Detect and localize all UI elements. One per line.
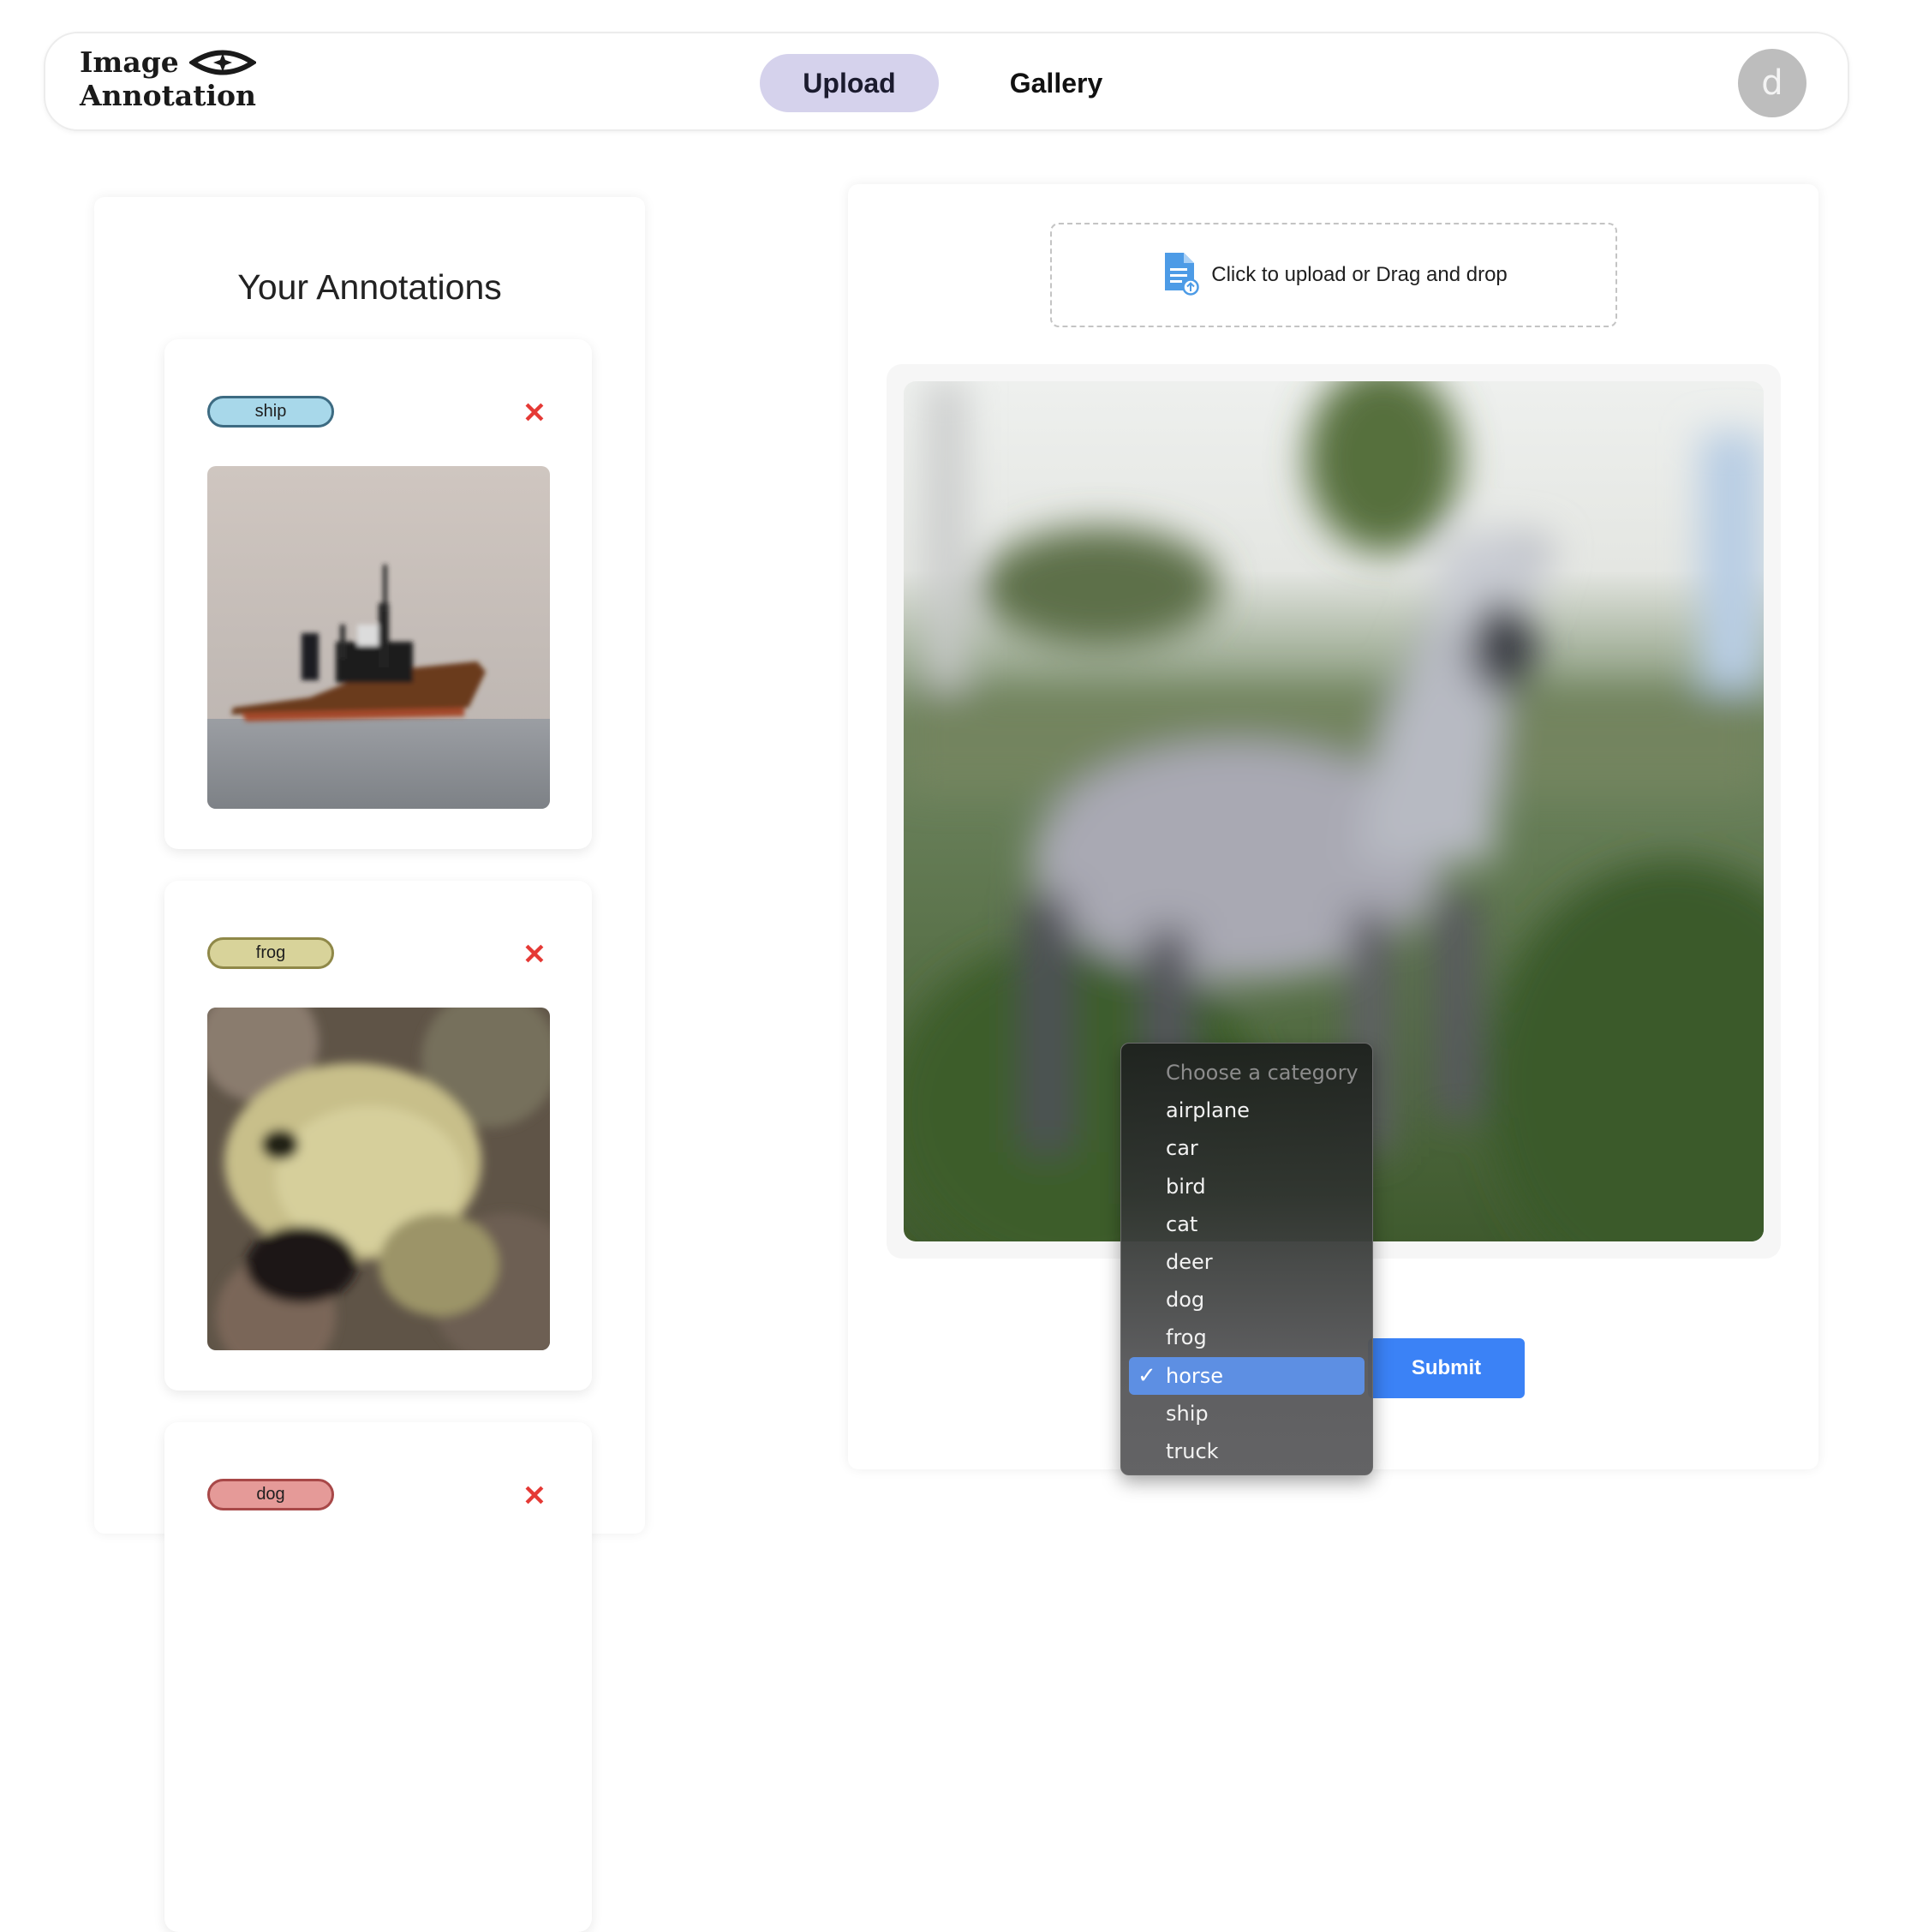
logo-line-2: Annotation <box>80 79 257 112</box>
category-option-frog[interactable]: frog <box>1129 1319 1365 1356</box>
annotations-title: Your Annotations <box>237 267 502 307</box>
annotation-card: frog ✕ <box>164 881 592 1391</box>
category-option-airplane[interactable]: airplane <box>1129 1092 1365 1129</box>
dropzone-label: Click to upload or Drag and drop <box>1211 263 1508 286</box>
user-avatar[interactable]: d <box>1738 49 1806 117</box>
category-option-deer[interactable]: deer <box>1129 1243 1365 1281</box>
category-option-car[interactable]: car <box>1129 1129 1365 1167</box>
category-select-dropdown[interactable]: Choose a category airplane car bird cat … <box>1120 1043 1373 1475</box>
top-nav-bar: Image Annotation Upload Gallery d <box>44 32 1849 131</box>
ship-thumbnail-image <box>207 466 550 809</box>
frog-thumbnail-image <box>207 1008 550 1350</box>
annotation-tag: ship <box>207 396 334 428</box>
submit-button[interactable]: Submit <box>1368 1338 1525 1398</box>
logo-line-1: Image <box>80 45 179 79</box>
delete-annotation-icon[interactable]: ✕ <box>520 398 549 427</box>
nav-upload-button[interactable]: Upload <box>760 54 939 112</box>
category-option-cat[interactable]: cat <box>1129 1205 1365 1243</box>
category-option-dog[interactable]: dog <box>1129 1281 1365 1319</box>
annotation-tag: frog <box>207 937 334 969</box>
category-option-truck[interactable]: truck <box>1129 1433 1365 1470</box>
checkmark-icon: ✓ <box>1138 1362 1156 1389</box>
category-option-bird[interactable]: bird <box>1129 1168 1365 1205</box>
category-option-placeholder: Choose a category <box>1166 1061 1359 1086</box>
nav-gallery-button[interactable]: Gallery <box>979 54 1133 112</box>
file-upload-icon <box>1160 251 1199 300</box>
annotations-panel: Your Annotations ship ✕ frog ✕ dog ✕ <box>94 197 645 1932</box>
category-option-label: horse <box>1166 1363 1224 1388</box>
delete-annotation-icon[interactable]: ✕ <box>520 1480 549 1510</box>
upload-dropzone[interactable]: Click to upload or Drag and drop <box>1050 223 1617 327</box>
annotation-card: ship ✕ <box>164 339 592 849</box>
eye-sparkle-icon <box>188 48 256 77</box>
annotation-tag: dog <box>207 1479 334 1510</box>
category-option-ship[interactable]: ship <box>1129 1395 1365 1433</box>
delete-annotation-icon[interactable]: ✕ <box>520 939 549 968</box>
category-option-horse[interactable]: ✓ horse <box>1129 1356 1365 1395</box>
app-logo[interactable]: Image Annotation <box>80 45 256 112</box>
annotation-card: dog ✕ <box>164 1422 592 1932</box>
